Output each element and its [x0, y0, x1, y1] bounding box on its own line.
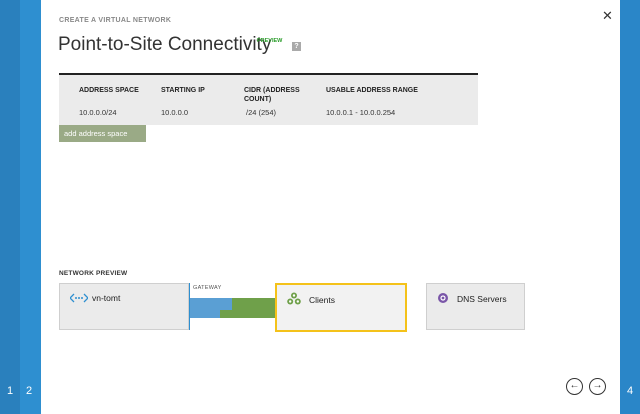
address-space-table: ADDRESS SPACE STARTING IP CIDR (ADDRESS …: [59, 73, 478, 125]
vnet-node: vn-tomt: [59, 283, 189, 330]
add-address-space-button[interactable]: add address space: [59, 125, 146, 142]
wizard-step-rail-left-shade: [0, 0, 20, 414]
clients-node-label: Clients: [309, 295, 335, 305]
wizard-step-rail-right: [620, 0, 640, 414]
step-2-indicator[interactable]: 2: [26, 385, 32, 397]
gateway-connector-blue-step: [190, 310, 220, 318]
column-header-cidr: CIDR (ADDRESS COUNT): [244, 87, 300, 103]
dns-icon: [438, 293, 448, 303]
step-4-indicator[interactable]: 4: [627, 385, 633, 397]
back-button[interactable]: ←: [566, 378, 583, 395]
cell-address-space[interactable]: 10.0.0.0/24: [79, 108, 117, 117]
close-icon[interactable]: ✕: [602, 8, 613, 24]
gateway-label: GATEWAY: [193, 285, 222, 291]
wizard-dialog: CREATE A VIRTUAL NETWORK Point-to-Site C…: [41, 0, 620, 414]
arrow-right-icon: →: [592, 380, 603, 391]
wizard-eyebrow: CREATE A VIRTUAL NETWORK: [59, 17, 172, 24]
cell-starting-ip[interactable]: 10.0.0.0: [161, 108, 188, 117]
arrow-left-icon: ←: [569, 380, 580, 391]
preview-badge: PREVIEW: [257, 38, 283, 44]
dns-servers-node[interactable]: DNS Servers: [426, 283, 525, 330]
gateway-connector-green: [232, 298, 275, 318]
column-header-usable-range: USABLE ADDRESS RANGE: [326, 87, 418, 94]
gateway-connector-blue: [190, 298, 232, 310]
dns-node-label: DNS Servers: [457, 294, 507, 304]
clients-node[interactable]: Clients: [275, 283, 407, 332]
gateway-connector-green-step: [220, 310, 232, 318]
page-title: Point-to-Site Connectivity: [58, 34, 272, 55]
vnet-icon: [70, 293, 88, 303]
vnet-node-label: vn-tomt: [92, 293, 121, 303]
network-preview-label: NETWORK PREVIEW: [59, 270, 128, 277]
cell-cidr[interactable]: /24 (254): [246, 108, 276, 117]
column-header-address-space: ADDRESS SPACE: [79, 87, 139, 94]
step-1-indicator[interactable]: 1: [7, 385, 13, 397]
help-icon[interactable]: ?: [292, 42, 301, 51]
clients-icon: [287, 292, 301, 305]
cell-usable-range: 10.0.0.1 - 10.0.0.254: [326, 108, 396, 117]
column-header-starting-ip: STARTING IP: [161, 87, 205, 94]
next-button[interactable]: →: [589, 378, 606, 395]
